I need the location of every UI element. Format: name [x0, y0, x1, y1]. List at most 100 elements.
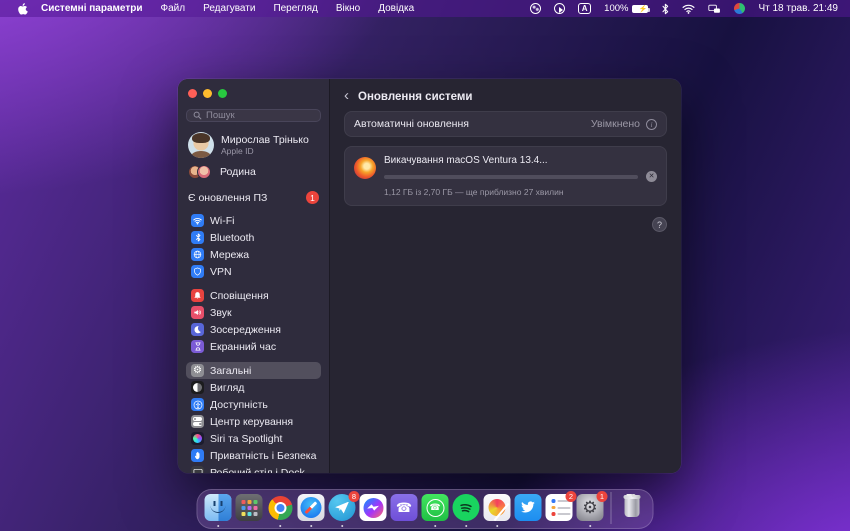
desktop-dock-icon: [191, 466, 204, 473]
sidebar-item-screen-time[interactable]: Екранний час: [186, 338, 321, 355]
globe-icon: [191, 248, 204, 261]
menu-app-name[interactable]: Системні параметри: [32, 3, 152, 14]
info-icon[interactable]: i: [646, 119, 657, 130]
search-input[interactable]: [206, 110, 314, 121]
menu-view[interactable]: Перегляд: [264, 3, 326, 14]
dock-item-twitter[interactable]: [515, 494, 542, 521]
status-app-lens-icon[interactable]: [530, 3, 541, 14]
sidebar-item-sound[interactable]: Звук: [186, 304, 321, 321]
page-title: Оновлення системи: [358, 91, 473, 103]
sidebar-item-label: Siri та Spotlight: [210, 433, 282, 445]
dock-item-pixelmator[interactable]: [484, 494, 511, 521]
sidebar-item-desktop-dock[interactable]: Робочий стіл і Dock: [186, 464, 321, 473]
dock-item-spotify[interactable]: [453, 494, 480, 521]
twitter-icon: [515, 494, 542, 521]
sidebar-item-label: Центр керування: [210, 416, 293, 428]
dock-item-safari[interactable]: [298, 494, 325, 521]
sidebar-item-label: Звук: [210, 307, 232, 319]
dock-separator: [611, 492, 612, 524]
family-row[interactable]: Родина: [188, 165, 319, 179]
sidebar-item-label: VPN: [210, 266, 232, 278]
user-avatar: [188, 132, 214, 158]
automatic-updates-row[interactable]: Автоматичні оновлення Увімкнено i: [344, 111, 667, 137]
close-window-button[interactable]: [188, 89, 197, 98]
sidebar-item-control-center[interactable]: Центр керування: [186, 413, 321, 430]
status-app-color-icon[interactable]: [734, 3, 745, 14]
dock-item-reminders[interactable]: 2: [546, 494, 573, 521]
now-playing-icon[interactable]: [554, 3, 565, 14]
shield-icon: [191, 265, 204, 278]
menu-help[interactable]: Довідка: [369, 3, 423, 14]
dock-item-system-settings[interactable]: 1 ⚙: [577, 494, 604, 521]
software-update-label: Є оновлення ПЗ: [188, 192, 267, 204]
system-settings-window: Мирослав Трінько Apple ID Родина Є оновл…: [178, 79, 681, 473]
running-indicator: [496, 525, 499, 528]
back-button[interactable]: ‹: [344, 91, 349, 101]
whatsapp-icon: ☎: [422, 494, 449, 521]
dock: 8 ☎ ☎ 2 1 ⚙: [197, 489, 654, 529]
dock-item-finder[interactable]: [205, 494, 232, 521]
sidebar: Мирослав Трінько Apple ID Родина Є оновл…: [178, 79, 330, 473]
sidebar-item-label: Зосередження: [210, 324, 281, 336]
battery-indicator[interactable]: 100% ⚡: [604, 3, 648, 14]
cancel-download-button[interactable]: ✕: [646, 171, 657, 182]
menu-bar-status: A 100% ⚡ Чт 18 трав. 21:49: [530, 3, 838, 15]
sidebar-item-focus[interactable]: Зосередження: [186, 321, 321, 338]
running-indicator: [217, 525, 220, 528]
input-source-icon[interactable]: A: [578, 3, 591, 14]
window-controls: [188, 89, 321, 98]
help-button[interactable]: ?: [652, 217, 667, 232]
menu-bar-clock[interactable]: Чт 18 трав. 21:49: [758, 3, 838, 14]
minimize-window-button[interactable]: [203, 89, 212, 98]
sidebar-item-general[interactable]: ⚙ Загальні: [186, 362, 321, 379]
apple-menu-icon[interactable]: [12, 3, 32, 15]
apple-id-row[interactable]: Мирослав Трінько Apple ID: [188, 132, 319, 158]
sidebar-item-label: Wi-Fi: [210, 215, 235, 227]
gear-icon: ⚙: [191, 364, 204, 377]
reminders-badge: 2: [566, 491, 577, 502]
safari-icon: [298, 494, 325, 521]
dock-item-whatsapp[interactable]: ☎: [422, 494, 449, 521]
dock-item-telegram[interactable]: 8: [329, 494, 356, 521]
sidebar-item-accessibility[interactable]: Доступність: [186, 396, 321, 413]
sidebar-item-vpn[interactable]: VPN: [186, 263, 321, 280]
sidebar-item-privacy-security[interactable]: Приватність і Безпека: [186, 447, 321, 464]
sidebar-item-siri-spotlight[interactable]: Siri та Spotlight: [186, 430, 321, 447]
pixelmator-icon: [484, 494, 511, 521]
running-indicator: [310, 525, 313, 528]
dock-item-messenger[interactable]: [360, 494, 387, 521]
sidebar-item-appearance[interactable]: Вигляд: [186, 379, 321, 396]
automatic-updates-label: Автоматичні оновлення: [354, 118, 469, 130]
battery-icon: ⚡: [632, 5, 648, 13]
user-name: Мирослав Трінько: [221, 134, 309, 146]
bluetooth-icon[interactable]: [661, 3, 669, 15]
dock-item-launchpad[interactable]: [236, 494, 263, 521]
launchpad-icon: [236, 494, 263, 521]
family-avatars: [188, 165, 212, 179]
software-update-available-row[interactable]: Є оновлення ПЗ 1: [188, 191, 319, 204]
zoom-window-button[interactable]: [218, 89, 227, 98]
sidebar-item-notifications[interactable]: Сповіщення: [186, 287, 321, 304]
menu-bar-left: Системні параметри Файл Редагувати Перег…: [12, 3, 423, 15]
settings-badge: 1: [597, 491, 608, 502]
dock-item-viber[interactable]: ☎: [391, 494, 418, 521]
screen-mirroring-icon[interactable]: [708, 4, 721, 14]
dock-item-trash[interactable]: [619, 494, 646, 521]
menu-file[interactable]: Файл: [152, 3, 195, 14]
running-indicator: [279, 525, 282, 528]
family-label: Родина: [220, 166, 256, 178]
menu-window[interactable]: Вікно: [327, 3, 369, 14]
sidebar-item-bluetooth[interactable]: Bluetooth: [186, 229, 321, 246]
sidebar-item-label: Приватність і Безпека: [210, 450, 316, 462]
sidebar-item-label: Мережа: [210, 249, 249, 261]
wifi-icon[interactable]: [682, 4, 695, 14]
sidebar-item-network[interactable]: Мережа: [186, 246, 321, 263]
search-field[interactable]: [186, 109, 321, 122]
download-title: Викачування macOS Ventura 13.4...: [384, 155, 657, 166]
sidebar-item-wifi[interactable]: Wi-Fi: [186, 212, 321, 229]
menu-edit[interactable]: Редагувати: [194, 3, 264, 14]
progress-bar: [384, 175, 638, 179]
dock-item-chrome[interactable]: [267, 494, 294, 521]
speaker-icon: [191, 306, 204, 319]
search-icon: [193, 111, 202, 120]
